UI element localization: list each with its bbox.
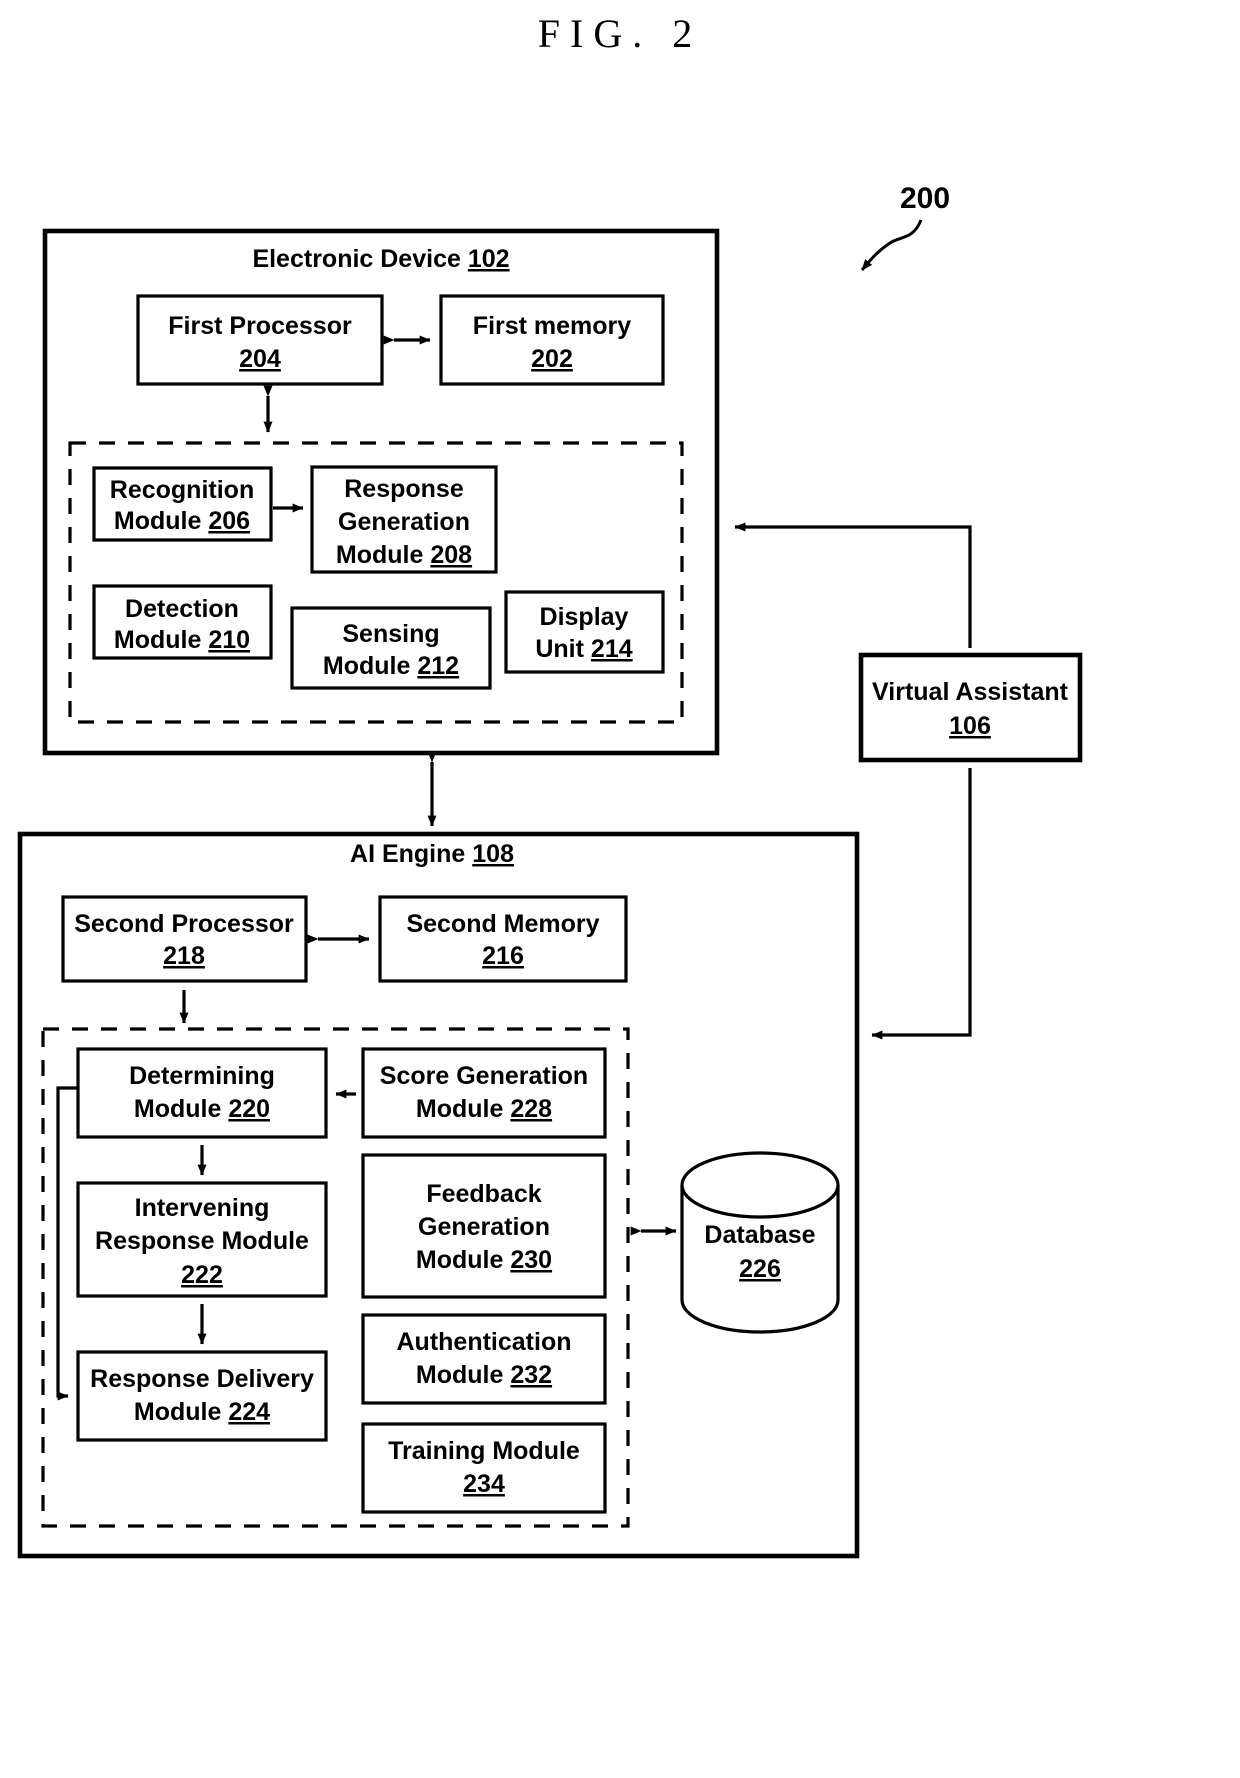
- sensing-module-label-1: Sensing: [342, 620, 439, 648]
- recognition-module-label-1: Recognition: [110, 476, 254, 504]
- feedback-generation-label-3: Module 230: [416, 1246, 552, 1274]
- first-processor-label: First Processor: [168, 312, 352, 340]
- score-generation-label-2: Module 228: [416, 1095, 552, 1123]
- response-generation-label-3: Module 208: [336, 541, 472, 569]
- score-generation-label-1: Score Generation: [380, 1062, 588, 1090]
- detection-module-label-1: Detection: [125, 595, 239, 623]
- database-ref: 226: [739, 1255, 781, 1283]
- first-memory-label: First memory: [473, 312, 631, 340]
- recognition-module-label-2: Module 206: [114, 507, 250, 535]
- virtual-assistant-box[interactable]: [858, 652, 1083, 763]
- display-unit-label-2: Unit 214: [535, 635, 632, 663]
- response-delivery-label-1: Response Delivery: [90, 1365, 314, 1393]
- second-memory-ref: 216: [482, 942, 524, 970]
- response-delivery-label-2: Module 224: [134, 1398, 270, 1426]
- virtual-assistant-label: Virtual Assistant: [872, 678, 1069, 706]
- second-processor-ref: 218: [163, 942, 205, 970]
- detection-module-label-2: Module 210: [114, 626, 250, 654]
- system-reference-label: 200: [900, 182, 950, 215]
- display-unit-label-1: Display: [540, 603, 629, 631]
- training-module-ref: 234: [463, 1470, 505, 1498]
- sensing-module-label-2: Module 212: [323, 652, 459, 680]
- intervening-response-label-2: Response Module: [95, 1227, 309, 1255]
- first-memory-ref: 202: [531, 345, 573, 373]
- feedback-generation-label-1: Feedback: [426, 1180, 541, 1208]
- second-processor-label: Second Processor: [74, 910, 294, 938]
- virtual-assistant-ref: 106: [949, 712, 991, 740]
- feedback-generation-label-2: Generation: [418, 1213, 550, 1241]
- intervening-response-label-1: Intervening: [135, 1194, 270, 1222]
- authentication-label-2: Module 232: [416, 1361, 552, 1389]
- ai-engine-title: AI Engine 108: [350, 840, 514, 868]
- patent-diagram: Electronic Device 102 First Processor 20…: [17, 182, 1083, 1559]
- device-virtualassistant-connector: [734, 522, 972, 648]
- aiengine-virtualassistant-connector: [871, 768, 972, 1040]
- determining-module-label-2: Module 220: [134, 1095, 270, 1123]
- system-reference-leader: [860, 219, 923, 271]
- response-generation-label-2: Generation: [338, 508, 470, 536]
- second-memory-label: Second Memory: [406, 910, 599, 938]
- database-label: Database: [704, 1221, 815, 1249]
- first-processor-ref: 204: [239, 345, 281, 373]
- authentication-label-1: Authentication: [397, 1328, 572, 1356]
- intervening-response-ref: 222: [181, 1261, 223, 1289]
- response-generation-label-1: Response: [344, 475, 464, 503]
- electronic-device-title: Electronic Device 102: [252, 245, 509, 273]
- figure-root: FIG. 2 Electronic Device 102 First Proce…: [0, 0, 1240, 1778]
- determining-module-label-1: Determining: [129, 1062, 275, 1090]
- determining-delivery-feedback-connector: [56, 1086, 78, 1401]
- training-module-label-1: Training Module: [388, 1437, 580, 1465]
